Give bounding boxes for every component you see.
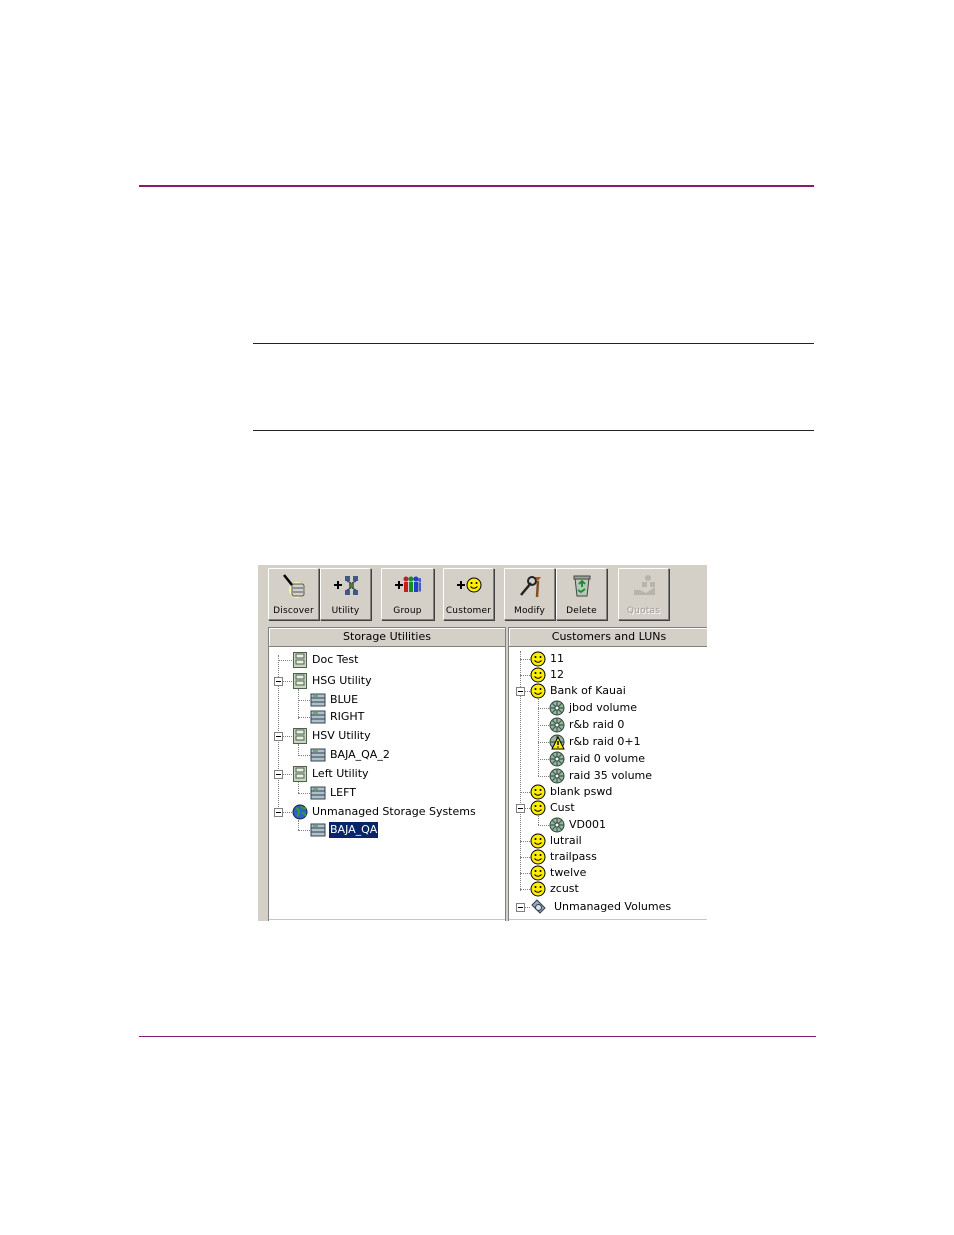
cust-collapse-toggle[interactable] [516, 804, 525, 813]
lun-warning-icon [549, 734, 565, 750]
unmanaged-systems-collapse-toggle[interactable] [274, 808, 283, 817]
tree-item-label: Left Utility [312, 767, 369, 780]
tree-item-label: lutrail [550, 834, 582, 847]
storage-system-icon [310, 710, 326, 724]
header-rule [139, 185, 814, 187]
customer-icon [530, 800, 546, 816]
customer-icon [530, 651, 546, 667]
customer-icon [530, 849, 546, 865]
unmanaged-volumes-icon [531, 899, 546, 914]
recycle-bin-icon [573, 575, 590, 597]
tree-item-label: Bank of Kauai [550, 684, 626, 697]
quotas-icon [633, 575, 655, 595]
tree-item-label: BAJA_QA [329, 822, 379, 838]
storage-utilities-pane: Storage Utilities Doc Test HSG Utility B… [268, 627, 506, 921]
tree-item-label: r&b raid 0+1 [569, 735, 641, 748]
customer-icon [530, 881, 546, 897]
quotas-button[interactable]: Quotas [618, 568, 669, 620]
lun-icon [549, 751, 565, 767]
bank-of-kauai-collapse-toggle[interactable] [516, 687, 525, 696]
tree-item-label: Unmanaged Volumes [554, 900, 672, 913]
tree-item-label: BAJA_QA_2 [330, 748, 390, 761]
tree-item-label: BLUE [330, 693, 359, 706]
add-group-icon [394, 576, 421, 592]
left-utility-collapse-toggle[interactable] [274, 770, 283, 779]
hsg-utility-collapse-toggle[interactable] [274, 677, 283, 686]
customer-icon [530, 683, 546, 699]
storage-utilities-tree[interactable]: Doc Test HSG Utility BLUE RIGHT HSV Util… [269, 647, 505, 921]
customers-luns-tree[interactable]: 11 12 Bank of Kauai jbod volume r&b raid… [509, 647, 707, 921]
storage-system-icon [310, 748, 326, 762]
storage-manager-window: Discover Utility Group Customer Modify D… [258, 565, 707, 921]
utility-icon [293, 652, 307, 668]
add-utility-button[interactable]: Utility [320, 568, 371, 620]
tree-item-label: r&b raid 0 [569, 718, 625, 731]
tree-item-label: raid 0 volume [569, 752, 646, 765]
discover-label: Discover [273, 606, 314, 616]
tree-item-label: Unmanaged Storage Systems [312, 805, 476, 818]
tree-item-label: LEFT [330, 786, 356, 799]
tree-item-label: Doc Test [312, 653, 359, 666]
modify-icon [519, 576, 541, 598]
customer-label: Customer [445, 606, 492, 616]
customers-luns-pane: Customers and LUNs 11 12 Bank of Kauai j… [508, 627, 707, 921]
footer-rule [139, 1036, 816, 1037]
globe-icon [292, 804, 308, 820]
lun-icon [549, 768, 565, 784]
customer-icon [530, 784, 546, 800]
utility-icon [293, 766, 307, 782]
tree-item-label: blank pswd [550, 785, 613, 798]
add-group-button[interactable]: Group [381, 568, 434, 620]
quotas-label: Quotas [626, 606, 661, 616]
storage-system-icon [310, 693, 326, 707]
unmanaged-volumes-collapse-toggle[interactable] [516, 903, 525, 912]
utility-label: Utility [331, 606, 360, 616]
add-customer-button[interactable]: Customer [443, 568, 494, 620]
tree-item-label: raid 35 volume [569, 769, 653, 782]
group-label: Group [393, 606, 422, 616]
customer-icon [530, 865, 546, 881]
lun-icon [549, 700, 565, 716]
tree-item-label: 12 [550, 668, 564, 681]
tree-item-label: Cust [550, 801, 575, 814]
note-top-rule [253, 343, 814, 344]
hsv-utility-collapse-toggle[interactable] [274, 732, 283, 741]
add-utility-icon [333, 576, 358, 595]
storage-utilities-header[interactable]: Storage Utilities [269, 628, 505, 647]
note-bottom-rule [253, 430, 814, 431]
modify-button[interactable]: Modify [504, 568, 555, 620]
tree-item-label: trailpass [550, 850, 597, 863]
lun-icon [549, 717, 565, 733]
tree-item-label: RIGHT [330, 710, 365, 723]
tree-item-label: 11 [550, 652, 564, 665]
toolbar: Discover Utility Group Customer Modify D… [258, 565, 707, 623]
utility-icon [293, 728, 307, 744]
delete-button[interactable]: Delete [556, 568, 607, 620]
add-customer-icon [456, 577, 481, 593]
tree-item-label: jbod volume [569, 701, 637, 714]
lun-icon [549, 817, 565, 833]
tree-item-label: zcust [550, 882, 579, 895]
tree-item-label: VD001 [569, 818, 606, 831]
customer-icon [530, 833, 546, 849]
storage-system-icon [310, 823, 326, 837]
tree-item-label: HSG Utility [312, 674, 372, 687]
delete-label: Delete [566, 606, 597, 616]
discover-button[interactable]: Discover [268, 568, 319, 620]
storage-system-icon [310, 786, 326, 800]
tree-item-label: twelve [550, 866, 587, 879]
modify-label: Modify [513, 606, 546, 616]
customer-icon [530, 667, 546, 683]
discover-icon [282, 574, 305, 598]
customers-luns-header[interactable]: Customers and LUNs [509, 628, 707, 647]
utility-icon [293, 673, 307, 689]
tree-item-label: HSV Utility [312, 729, 371, 742]
